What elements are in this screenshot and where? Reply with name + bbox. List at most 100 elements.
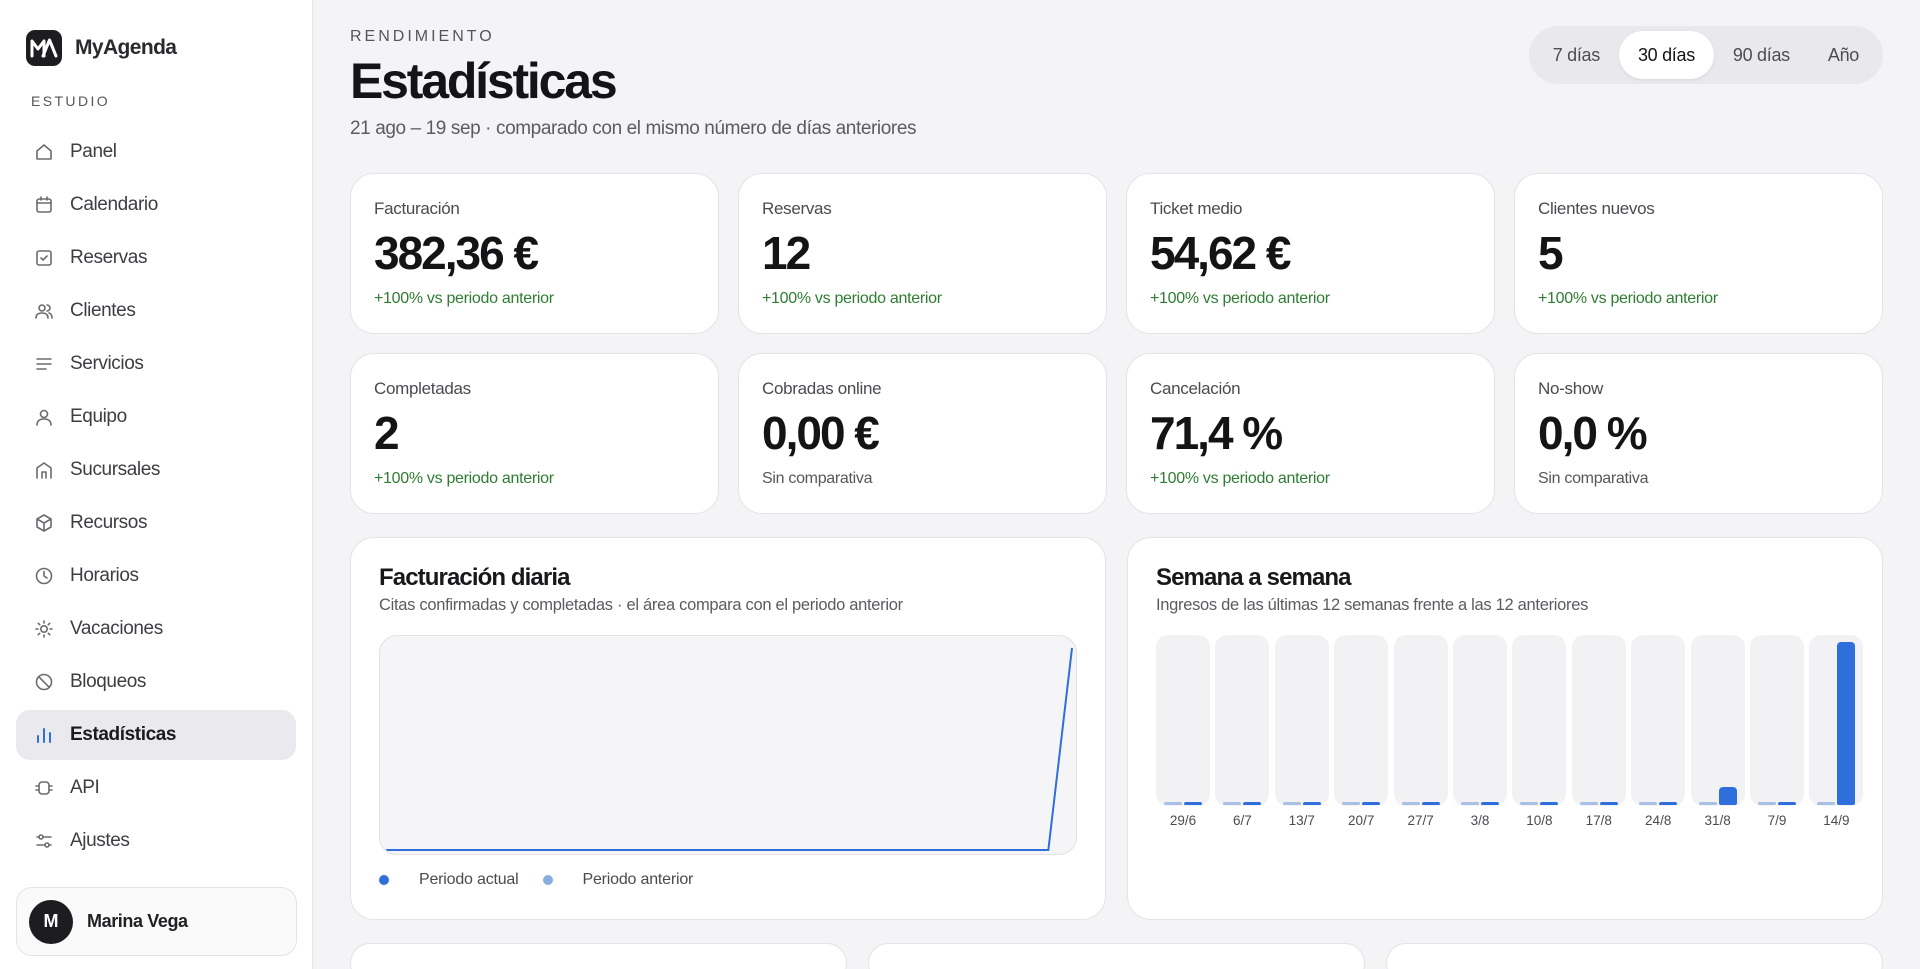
sidebar-item-label: Reservas [70, 247, 148, 268]
week-bar-previous [1698, 802, 1717, 805]
kpi-delta: +100% vs periodo anterior [374, 470, 554, 487]
main-content: RENDIMIENTO Estadísticas 21 ago – 19 sep… [350, 0, 1883, 969]
box-icon [33, 512, 55, 534]
legend-previous-label: Periodo anterior [582, 871, 694, 888]
card-title: Facturación diaria [379, 564, 570, 591]
brand[interactable]: MyAgenda [16, 0, 296, 96]
week-label: 17/8 [1585, 813, 1612, 828]
range-option[interactable]: 90 días [1714, 31, 1809, 79]
user-card[interactable]: M Marina Vega [16, 887, 297, 956]
sidebar-item-checkbox[interactable]: Reservas [16, 233, 296, 283]
sidebar-item-clock[interactable]: Horarios [16, 551, 296, 601]
list-icon [33, 353, 55, 375]
range-selector: 7 días 30 días 90 días Año [1528, 26, 1883, 84]
week-bar-previous [1639, 802, 1658, 805]
week-column [1571, 635, 1626, 806]
user-name: Marina Vega [87, 911, 188, 931]
card-subtitle: Ingresos de las últimas 12 semanas frent… [1156, 596, 1589, 614]
week-bar-current [1718, 787, 1737, 805]
card-stub [868, 943, 1365, 969]
week-bar-previous [1579, 802, 1598, 805]
week-bar-previous [1401, 802, 1420, 805]
kpi-label: Ticket medio [1150, 199, 1243, 218]
week-label: 29/6 [1169, 813, 1197, 828]
week-column [1156, 635, 1210, 806]
sidebar-item-label: Equipo [70, 406, 127, 427]
sidebar-nav: Panel Calendario Reservas Clientes Servicios… [16, 127, 296, 866]
range-option[interactable]: 7 días [1534, 31, 1619, 79]
building-icon [33, 459, 55, 481]
week-bar-current [1302, 802, 1321, 805]
kpi-card: Ticket medio 54,62 € +100% vs periodo ante… [1126, 173, 1495, 334]
week-bar-current [1659, 802, 1678, 805]
sidebar-item-sliders[interactable]: Ajustes [16, 816, 296, 866]
week-column [1393, 635, 1448, 806]
week-bar-previous [1164, 802, 1182, 805]
range-option[interactable]: Año [1809, 31, 1878, 79]
page-title: Estadísticas [350, 53, 618, 109]
sidebar-item-label: Horarios [70, 565, 139, 586]
week-bar-current [1243, 802, 1262, 805]
sidebar-item-label: Bloqueos [70, 671, 147, 692]
brand-logo [26, 30, 62, 66]
kpi-card: No-show 0,0 % Sin comparativa [1514, 353, 1883, 514]
daily-chart-svg [386, 647, 1073, 851]
sidebar-item-user[interactable]: Equipo [16, 392, 296, 442]
week-column [1453, 635, 1507, 806]
week-bar-current [1362, 802, 1381, 805]
sidebar-item-bar-chart[interactable]: Estadísticas [16, 710, 296, 760]
kpi-delta: +100% vs periodo anterior [374, 290, 554, 307]
sidebar-item-label: Recursos [70, 512, 148, 533]
kpi-card: Reservas 12 +100% vs periodo anterior [738, 173, 1107, 334]
sidebar-item-label: API [70, 777, 100, 798]
range-option[interactable]: 30 días [1618, 31, 1714, 79]
card-subtitle: Citas confirmadas y completadas · el áre… [379, 596, 903, 614]
kpi-delta: +100% vs periodo anterior [1538, 290, 1718, 307]
week-bar-previous [1758, 802, 1776, 805]
kpi-delta: Sin comparativa [1538, 470, 1649, 487]
week-bar-current [1481, 802, 1499, 805]
kpi-value: 54,62 € [1150, 227, 1291, 279]
kpi-card: Cancelación 71,4 % +100% vs periodo anteri… [1126, 353, 1495, 514]
sidebar-item-building[interactable]: Sucursales [16, 445, 296, 495]
weekly-chart: 29/6 6/7 13/7 20/7 27/7 3/8 10/8 17/8 24/8 31/8 7/… [1156, 635, 1864, 831]
sidebar-item-list[interactable]: Servicios [16, 339, 296, 389]
week-label: 3/8 [1470, 813, 1490, 828]
checkbox-icon [33, 247, 55, 269]
kpi-delta: +100% vs periodo anterior [1150, 470, 1330, 487]
sidebar-item-block[interactable]: Bloqueos [16, 657, 296, 707]
kpi-value: 2 [374, 407, 400, 459]
kpi-card: Facturación 382,36 € +100% vs periodo ante… [350, 173, 719, 334]
sidebar-item-label: Panel [70, 141, 117, 162]
legend-current-label: Periodo actual [419, 871, 519, 888]
kpi-label: Clientes nuevos [1538, 199, 1655, 218]
sidebar-item-label: Calendario [70, 194, 158, 215]
current-period-line [386, 647, 1073, 851]
weekly-card: Semana a semana Ingresos de las últimas … [1127, 537, 1883, 920]
week-bar-previous [1520, 802, 1539, 805]
kpi-value: 5 [1538, 227, 1564, 279]
sidebar-item-users[interactable]: Clientes [16, 286, 296, 336]
kpi-label: Completadas [374, 379, 471, 398]
sidebar-item-sun[interactable]: Vacaciones [16, 604, 296, 654]
week-bar-current [1837, 642, 1856, 805]
kpi-delta: +100% vs periodo anterior [1150, 290, 1330, 307]
week-bar-previous [1223, 802, 1242, 805]
sidebar-item-home[interactable]: Panel [16, 127, 296, 177]
sidebar-item-calendar[interactable]: Calendario [16, 180, 296, 230]
sidebar-item-api[interactable]: API [16, 763, 296, 813]
clock-icon [33, 565, 55, 587]
week-label: 7/9 [1767, 813, 1787, 828]
kpi-value: 71,4 % [1150, 407, 1283, 459]
home-icon [33, 141, 55, 163]
week-bar-current [1599, 802, 1618, 805]
avatar: M [29, 899, 73, 944]
api-icon [33, 777, 55, 799]
sidebar-item-box[interactable]: Recursos [16, 498, 296, 548]
week-label: 24/8 [1645, 813, 1672, 828]
week-column [1809, 635, 1864, 806]
sidebar-item-label: Estadísticas [70, 724, 177, 745]
week-bar-previous [1342, 802, 1361, 805]
users-icon [33, 300, 55, 322]
kpi-value: 0,0 % [1538, 407, 1648, 459]
